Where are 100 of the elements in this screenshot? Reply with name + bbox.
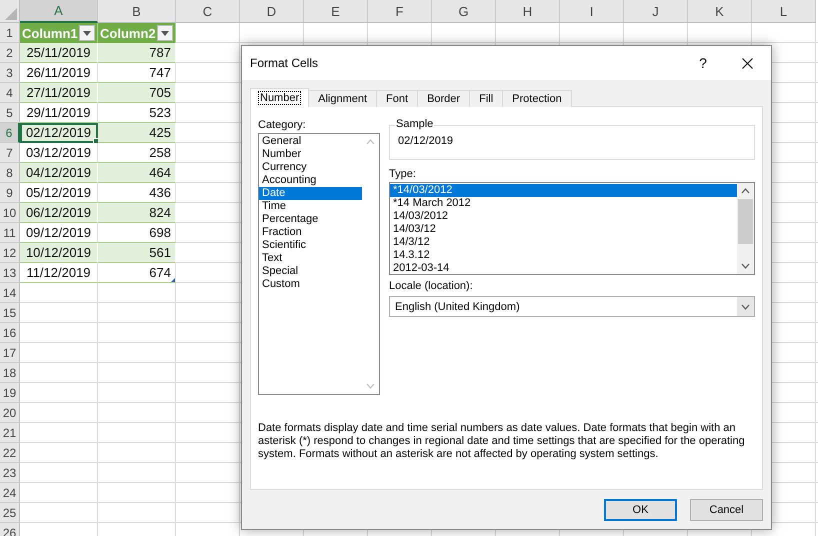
- row-header[interactable]: 10: [0, 203, 20, 223]
- tab[interactable]: Font: [376, 90, 418, 107]
- type-item[interactable]: 2012-03-14: [390, 262, 737, 275]
- table-cell: 258: [98, 143, 176, 163]
- type-item[interactable]: 14.3.12: [390, 249, 737, 262]
- row-header[interactable]: 7: [0, 143, 20, 163]
- category-item[interactable]: Date: [259, 187, 362, 200]
- table-cell: 09/12/2019: [20, 223, 98, 243]
- column-header[interactable]: B: [98, 0, 176, 23]
- table-cell: 05/12/2019: [20, 183, 98, 203]
- type-item[interactable]: *14 March 2012: [390, 197, 737, 210]
- table-cell: 674: [98, 263, 176, 283]
- category-item[interactable]: Text: [259, 252, 362, 265]
- sample-value: 02/12/2019: [398, 135, 454, 147]
- row-header[interactable]: 4: [0, 83, 20, 103]
- tab[interactable]: Fill: [469, 90, 504, 107]
- tab[interactable]: Border: [417, 90, 470, 107]
- column-header[interactable]: F: [368, 0, 432, 23]
- row-header[interactable]: 13: [0, 263, 20, 283]
- row-header[interactable]: 11: [0, 223, 20, 243]
- column-header[interactable]: H: [496, 0, 560, 23]
- column-header[interactable]: K: [688, 0, 752, 23]
- row-header[interactable]: 22: [0, 443, 20, 463]
- column-header[interactable]: I: [560, 0, 624, 23]
- row-header[interactable]: 5: [0, 103, 20, 123]
- dialog-title: Format Cells: [250, 56, 320, 70]
- category-item[interactable]: Fraction: [259, 226, 362, 239]
- row-header[interactable]: 15: [0, 303, 20, 323]
- chevron-down-icon[interactable]: [741, 304, 750, 310]
- description-text: Date formats display date and time serial numbers as date values. Date formats that begin with an asterisk (*) respond to changes in regional date and time settings that are specified for the operating system. Formats without an asterisk are not affected by operating system settings.: [258, 422, 746, 461]
- row-header[interactable]: 9: [0, 183, 20, 203]
- resize-handle-icon[interactable]: [171, 278, 175, 282]
- column-header[interactable]: C: [176, 0, 240, 23]
- column-header[interactable]: G: [432, 0, 496, 23]
- table-cell: 698: [98, 223, 176, 243]
- type-label: Type:: [389, 168, 417, 180]
- tab[interactable]: Alignment: [308, 90, 378, 107]
- row-header[interactable]: 20: [0, 403, 20, 423]
- scrollbar-thumb[interactable]: [738, 199, 753, 244]
- category-item[interactable]: Time: [259, 200, 362, 213]
- table-cell: 425: [98, 123, 176, 143]
- category-item[interactable]: Scientific: [259, 239, 362, 252]
- locale-dropdown[interactable]: English (United Kingdom): [389, 296, 755, 317]
- filter-dropdown-button[interactable]: [157, 25, 173, 41]
- category-item[interactable]: Number: [259, 148, 362, 161]
- type-list[interactable]: *14/03/2012 *14 March 2012 14/03/2012 14/03/12 14/3/12 14.3.12 2012-03-14: [389, 182, 755, 275]
- table-cell: 523: [98, 103, 176, 123]
- column-name: Column1: [22, 26, 78, 40]
- filter-dropdown-button[interactable]: [79, 25, 95, 41]
- table-cell: 27/11/2019: [20, 83, 98, 103]
- row-header[interactable]: 1: [0, 23, 20, 43]
- row-header[interactable]: 18: [0, 363, 20, 383]
- table-cell: 436: [98, 183, 176, 203]
- scroll-up-icon[interactable]: [741, 188, 750, 194]
- help-button[interactable]: ?: [683, 46, 723, 80]
- row-header[interactable]: 17: [0, 343, 20, 363]
- row-header[interactable]: 6: [0, 123, 20, 143]
- table-cell: 06/12/2019: [20, 203, 98, 223]
- row-header[interactable]: 19: [0, 383, 20, 403]
- column-header[interactable]: D: [240, 0, 304, 23]
- table-cell: 824: [98, 203, 176, 223]
- type-item[interactable]: *14/03/2012: [390, 184, 737, 197]
- row-header[interactable]: 3: [0, 63, 20, 83]
- row-header[interactable]: 2: [0, 43, 20, 63]
- category-item[interactable]: Special: [259, 265, 362, 278]
- category-item[interactable]: Accounting: [259, 174, 362, 187]
- row-header[interactable]: 25: [0, 503, 20, 523]
- dropdown-arrow-icon: [161, 30, 169, 36]
- type-item[interactable]: 14/3/12: [390, 236, 737, 249]
- tab[interactable]: Number: [250, 88, 310, 107]
- category-list[interactable]: General Number Currency Accounting Date Time Percentage Fraction Scientific Text Special Custom: [258, 133, 380, 395]
- row-header[interactable]: 21: [0, 423, 20, 443]
- table-cell: 11/12/2019: [20, 263, 98, 283]
- scroll-down-icon[interactable]: [741, 263, 750, 269]
- row-header[interactable]: 8: [0, 163, 20, 183]
- dialog-button[interactable]: Cancel: [690, 499, 763, 521]
- row-header[interactable]: 14: [0, 283, 20, 303]
- table-cell: 561: [98, 243, 176, 263]
- table-cell: 787: [98, 43, 176, 63]
- close-icon: [742, 58, 752, 68]
- category-item[interactable]: Currency: [259, 161, 362, 174]
- dialog-button[interactable]: OK: [604, 499, 677, 521]
- category-item[interactable]: Percentage: [259, 213, 362, 226]
- column-header[interactable]: L: [752, 0, 816, 23]
- column-header[interactable]: A: [20, 0, 98, 23]
- row-header[interactable]: 12: [0, 243, 20, 263]
- sample-label: Sample: [395, 118, 434, 130]
- table-cell: 29/11/2019: [20, 103, 98, 123]
- category-item[interactable]: General: [259, 135, 362, 148]
- type-item[interactable]: 14/03/2012: [390, 210, 737, 223]
- table-cell: 747: [98, 63, 176, 83]
- row-header[interactable]: 24: [0, 483, 20, 503]
- type-item[interactable]: 14/03/12: [390, 223, 737, 236]
- column-header[interactable]: J: [624, 0, 688, 23]
- column-header[interactable]: E: [304, 0, 368, 23]
- row-header[interactable]: 16: [0, 323, 20, 343]
- category-item[interactable]: Custom: [259, 278, 362, 291]
- tab[interactable]: Protection: [502, 90, 572, 107]
- table-cell: 03/12/2019: [20, 143, 98, 163]
- row-header[interactable]: 23: [0, 463, 20, 483]
